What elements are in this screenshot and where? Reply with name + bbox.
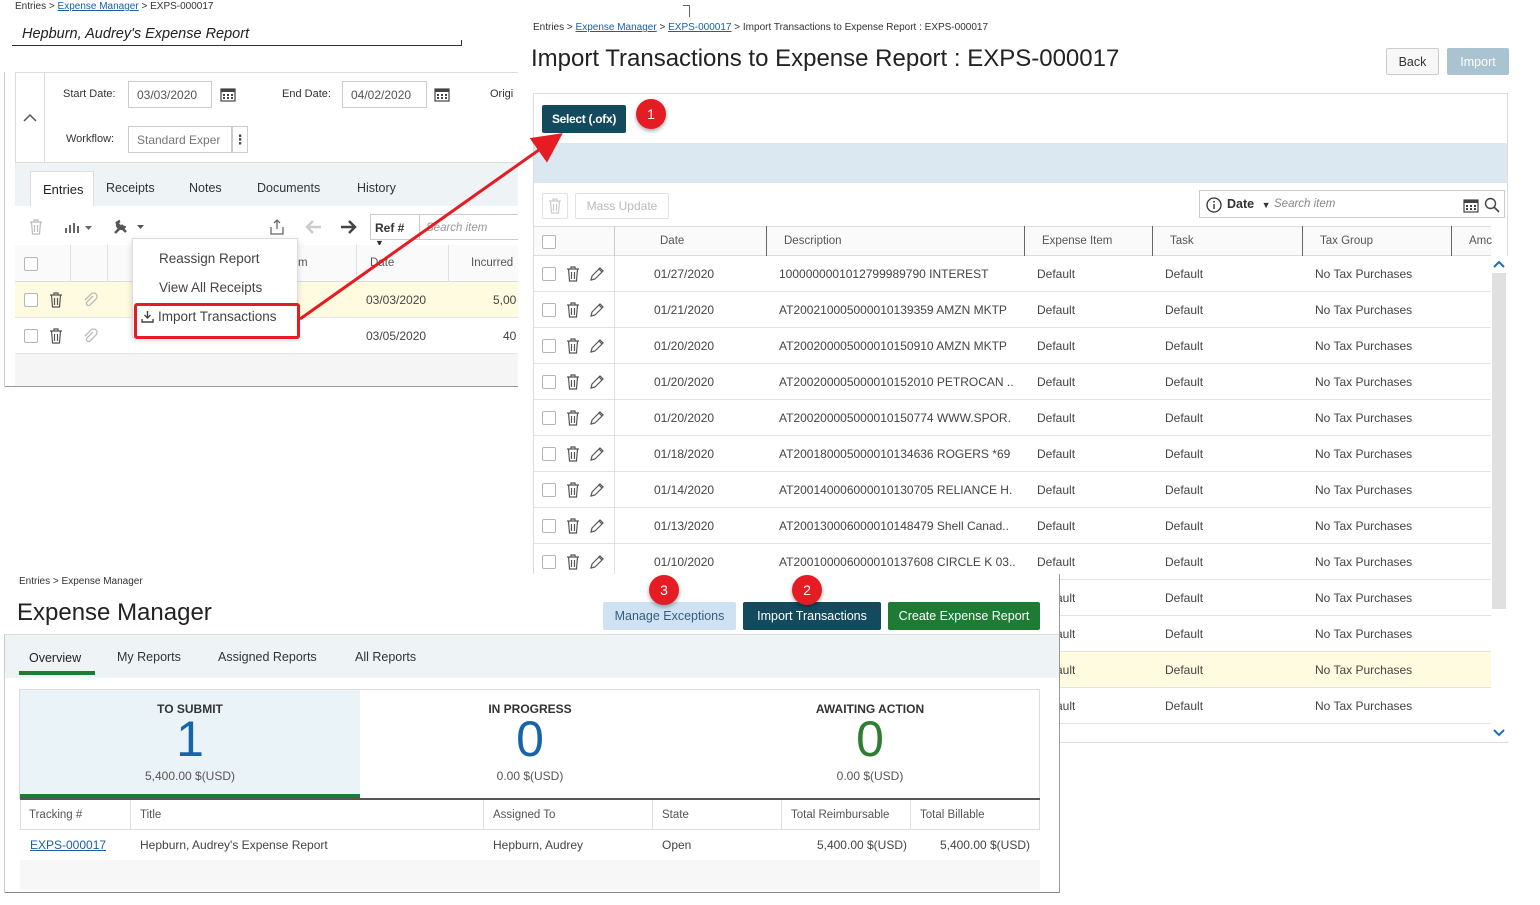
annotation-arrow bbox=[299, 133, 563, 321]
step-badge-1: 1 bbox=[636, 99, 666, 129]
step-badge-3: 3 bbox=[649, 575, 679, 605]
step-badge-2: 2 bbox=[792, 575, 822, 605]
